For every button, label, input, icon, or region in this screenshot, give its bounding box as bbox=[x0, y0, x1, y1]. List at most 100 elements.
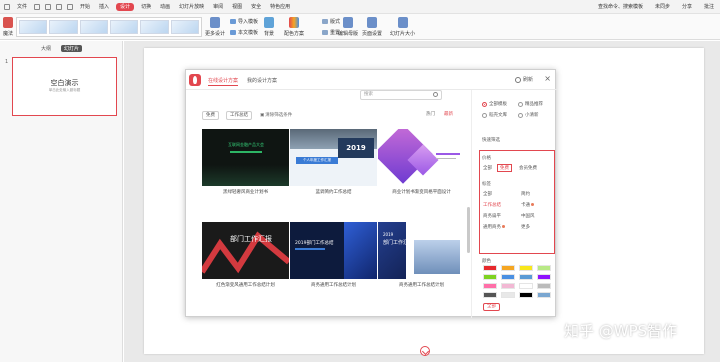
color-scheme-button[interactable]: 配色方案 bbox=[284, 17, 304, 37]
tag-chinese-style[interactable]: 中国风 bbox=[521, 213, 535, 219]
color-swatch[interactable] bbox=[519, 265, 533, 271]
color-swatch[interactable] bbox=[519, 292, 533, 298]
template-card[interactable]: 2019 部门工作汇报 商务通用工作总结计划 bbox=[378, 222, 465, 288]
template-thumbnail bbox=[378, 129, 465, 186]
color-swatch[interactable] bbox=[519, 274, 533, 280]
design-dialog: 在线设计方案 我的设计方案 刷新 × 搜索 免费 工作总结 ▣ 清除筛选条件 热… bbox=[185, 69, 557, 318]
theme-thumb[interactable] bbox=[170, 20, 199, 34]
price-member-free[interactable]: 会员免费 bbox=[519, 165, 537, 171]
watermark: 知乎 @WPS智作 bbox=[564, 322, 678, 340]
scroll-down-button[interactable] bbox=[420, 346, 430, 356]
panel-tabs: 大纲 幻灯片 bbox=[0, 44, 123, 52]
color-swatch[interactable] bbox=[501, 283, 515, 289]
tab-slides[interactable]: 幻灯片 bbox=[61, 44, 83, 52]
template-thumbnail: 2019部门工作总结 bbox=[290, 222, 377, 279]
theme-thumb[interactable] bbox=[19, 20, 48, 34]
tag-business-flat[interactable]: 商务扁平 bbox=[483, 213, 501, 219]
slide-size-button[interactable]: 幻灯片大小 bbox=[390, 17, 415, 37]
color-swatch[interactable] bbox=[501, 274, 515, 280]
body-template-label: 本文模板 bbox=[238, 30, 259, 36]
menu-item-slideshow[interactable]: 幻灯片放映 bbox=[177, 3, 206, 11]
template-card[interactable]: 互联网金融产品大会 黑绿轻奢风商业计划书 bbox=[202, 129, 289, 195]
save-icon[interactable] bbox=[34, 3, 41, 10]
redo-icon[interactable] bbox=[67, 3, 74, 10]
radio-fresh[interactable]: 小清新 bbox=[518, 112, 539, 118]
menu-item-security[interactable]: 安全 bbox=[249, 3, 263, 11]
template-card[interactable]: 2019 个人年度工作汇报 蓝调简约工作总结 bbox=[290, 129, 377, 195]
tab-outline[interactable]: 大纲 bbox=[41, 45, 51, 52]
color-swatch[interactable] bbox=[537, 265, 551, 271]
edit-master-button[interactable]: 编辑母版 bbox=[338, 17, 358, 37]
template-card[interactable]: 商业计划书渐变风格平面设计 bbox=[378, 129, 465, 195]
color-swatch[interactable] bbox=[537, 283, 551, 289]
body-template-button[interactable]: 本文模板 bbox=[230, 29, 258, 36]
refresh-button[interactable]: 刷新 bbox=[514, 76, 533, 83]
color-swatch[interactable] bbox=[519, 283, 533, 289]
sort-newest[interactable]: 最新 bbox=[444, 111, 453, 117]
import-template-button[interactable]: 导入模板 bbox=[230, 18, 258, 25]
theme-thumb[interactable] bbox=[109, 20, 139, 34]
menu-item-features[interactable]: 特色应用 bbox=[268, 3, 292, 11]
app-menu-icon[interactable] bbox=[4, 3, 10, 10]
tab-my-design[interactable]: 我的设计方案 bbox=[247, 77, 277, 84]
color-swatch[interactable] bbox=[537, 274, 551, 280]
menu-item-transition[interactable]: 切换 bbox=[139, 3, 153, 11]
color-swatch[interactable] bbox=[483, 292, 497, 298]
filter-chip-worksummary[interactable]: 工作总结 bbox=[226, 111, 252, 120]
undo-icon[interactable] bbox=[56, 3, 63, 10]
template-scrollbar[interactable] bbox=[467, 207, 470, 253]
search-command[interactable]: 查找命令、搜索模板 bbox=[596, 3, 645, 11]
sort-hot[interactable]: 热门 bbox=[426, 111, 435, 117]
price-all[interactable]: 全部 bbox=[483, 165, 492, 171]
menu-item-animation[interactable]: 动画 bbox=[158, 3, 172, 11]
color-swatch[interactable] bbox=[483, 265, 497, 271]
template-card[interactable]: 2019部门工作总结 商务通用工作总结计划 bbox=[290, 222, 377, 288]
template-thumb-label: 部门工作汇报 bbox=[230, 235, 272, 243]
tag-all[interactable]: 全部 bbox=[483, 191, 492, 197]
all-colors-button[interactable]: 全部 bbox=[483, 303, 500, 311]
menu-item-review[interactable]: 审阅 bbox=[211, 3, 225, 11]
tag-more[interactable]: 更多 bbox=[521, 224, 530, 230]
background-button[interactable]: 背景 bbox=[264, 17, 274, 37]
tab-online-design[interactable]: 在线设计方案 bbox=[208, 77, 239, 86]
menu-item-insert[interactable]: 插入 bbox=[97, 3, 111, 11]
radio-docer-library[interactable]: 稻壳文库 bbox=[482, 112, 507, 118]
radio-recommended[interactable]: 精品推荐 bbox=[518, 101, 543, 107]
theme-thumb[interactable] bbox=[79, 20, 108, 34]
slide-thumbnail[interactable]: 空白演示 单击此处输入副标题 bbox=[12, 57, 117, 116]
menu-item-home[interactable]: 开始 bbox=[78, 3, 92, 11]
color-swatch[interactable] bbox=[501, 292, 515, 298]
tag-general-business[interactable]: 通用商务 bbox=[483, 224, 505, 230]
refresh-label: 刷新 bbox=[522, 77, 533, 83]
tag-cartoon[interactable]: 卡通 bbox=[521, 202, 534, 208]
template-card[interactable]: 部门工作汇报 红色渐变风通用工作总结计划 bbox=[202, 222, 289, 288]
share-button[interactable]: 分享 bbox=[680, 3, 694, 11]
more-design-button[interactable]: 更多设计 bbox=[205, 17, 225, 37]
color-swatch[interactable] bbox=[483, 283, 497, 289]
search-icon[interactable] bbox=[433, 92, 438, 97]
magic-button[interactable]: 魔法 bbox=[3, 17, 13, 37]
theme-thumb[interactable] bbox=[140, 20, 169, 34]
radio-all-templates[interactable]: 全部模板 bbox=[482, 101, 507, 107]
tag-simple[interactable]: 简约 bbox=[521, 191, 530, 197]
color-swatch[interactable] bbox=[537, 292, 551, 298]
color-swatch[interactable] bbox=[483, 274, 497, 280]
search-input[interactable]: 搜索 bbox=[360, 90, 442, 100]
filter-chip-free[interactable]: 免费 bbox=[202, 111, 219, 120]
edit-master-label: 编辑母版 bbox=[338, 31, 359, 37]
page-setup-button[interactable]: 页面设置 bbox=[362, 17, 382, 37]
menu-item-view[interactable]: 视图 bbox=[230, 3, 244, 11]
color-swatch[interactable] bbox=[501, 265, 515, 271]
close-icon[interactable]: × bbox=[544, 75, 551, 83]
sync-status[interactable]: 未同步 bbox=[653, 3, 672, 11]
theme-thumb[interactable] bbox=[49, 20, 78, 34]
clear-filter-button[interactable]: ▣ 清除筛选条件 bbox=[260, 112, 292, 119]
print-icon[interactable] bbox=[45, 3, 52, 10]
price-free[interactable]: 免费 bbox=[497, 164, 512, 172]
tag-work-summary[interactable]: 工作总结 bbox=[483, 202, 501, 208]
comment-button[interactable]: 批注 bbox=[702, 3, 716, 11]
menu-bar: 文件 开始 插入 设计 切换 动画 幻灯片放映 审阅 视图 安全 特色应用 查找… bbox=[0, 0, 720, 14]
file-menu[interactable]: 文件 bbox=[15, 3, 29, 11]
menu-item-design[interactable]: 设计 bbox=[116, 2, 135, 11]
radio-icon bbox=[518, 101, 523, 107]
